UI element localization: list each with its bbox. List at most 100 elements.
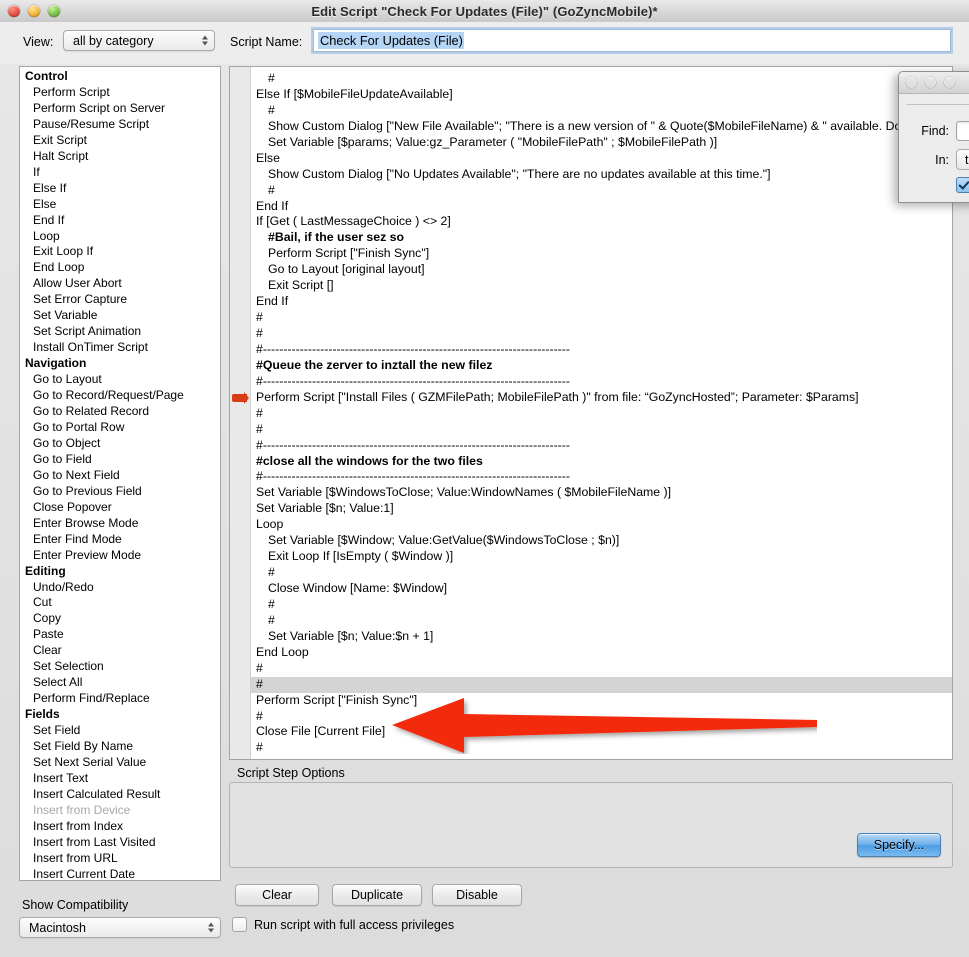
step-list-item[interactable]: Set Selection (20, 659, 220, 675)
script-line[interactable]: Set Variable [$n; Value:1] (251, 501, 952, 517)
script-line[interactable]: End If (251, 294, 952, 310)
script-line[interactable]: # (251, 422, 952, 438)
step-list-item[interactable]: Go to Layout (20, 372, 220, 388)
script-line[interactable]: #---------------------------------------… (251, 469, 952, 485)
script-line[interactable]: Exit Loop If [IsEmpty ( $Window )] (251, 549, 952, 565)
script-lines[interactable]: # Else If [$MobileFileUpdateAvailable] # Sh… (232, 67, 952, 759)
step-list-item[interactable]: Exit Script (20, 133, 220, 149)
zoom-button[interactable] (48, 5, 60, 17)
close-button[interactable] (8, 5, 20, 17)
step-list-item[interactable]: Go to Portal Row (20, 420, 220, 436)
step-list-item[interactable]: Insert from Index (20, 819, 220, 835)
compatibility-dropdown[interactable]: Macintosh (19, 917, 221, 938)
find-in-dropdown[interactable]: this (956, 149, 969, 170)
step-list-item[interactable]: If (20, 165, 220, 181)
script-line[interactable]: # (251, 310, 952, 326)
step-list-item[interactable]: Pause/Resume Script (20, 117, 220, 133)
step-list-item[interactable]: Select All (20, 675, 220, 691)
script-line[interactable]: Close Window [Name: $Window] (251, 581, 952, 597)
script-line[interactable]: #---------------------------------------… (251, 438, 952, 454)
script-line[interactable]: # (251, 565, 952, 581)
step-list-item[interactable]: Close Popover (20, 500, 220, 516)
step-list-item[interactable]: Else If (20, 181, 220, 197)
step-list-item[interactable]: Go to Previous Field (20, 484, 220, 500)
find-match-row[interactable]: M (956, 177, 969, 193)
script-line[interactable]: Close File [Current File] (251, 724, 952, 740)
script-line[interactable]: # (251, 709, 952, 725)
find-match-checkbox[interactable] (956, 177, 969, 193)
script-line[interactable]: #close all the windows for the two files (251, 454, 952, 470)
disable-button[interactable]: Disable (432, 884, 522, 906)
find-input[interactable] (956, 121, 969, 141)
step-list-item[interactable]: Set Script Animation (20, 324, 220, 340)
script-editor[interactable]: # Else If [$MobileFileUpdateAvailable] # Sh… (229, 66, 953, 760)
script-line[interactable]: # (251, 406, 952, 422)
step-list-item[interactable]: Else (20, 197, 220, 213)
script-line[interactable]: # (251, 676, 952, 693)
script-line[interactable]: Exit Script [] (251, 278, 952, 294)
script-line[interactable]: If [Get ( LastMessageChoice ) <> 2] (251, 214, 952, 230)
duplicate-button[interactable]: Duplicate (332, 884, 422, 906)
step-list-item[interactable]: Insert from Last Visited (20, 835, 220, 851)
full-access-row[interactable]: Run script with full access privileges (232, 917, 454, 932)
script-line[interactable]: Set Variable [$WindowsToClose; Value:Win… (251, 485, 952, 501)
script-line[interactable]: Set Variable [$n; Value:$n + 1] (251, 629, 952, 645)
script-line[interactable]: Perform Script ["Finish Sync"] (251, 693, 952, 709)
step-list-item[interactable]: Go to Field (20, 452, 220, 468)
script-step-list[interactable]: Control Perform Script Perform Script on S… (19, 66, 221, 881)
script-line[interactable]: Perform Script ["Finish Sync"] (251, 246, 952, 262)
step-list-item[interactable]: Install OnTimer Script (20, 340, 220, 356)
script-line[interactable]: Show Custom Dialog ["New File Available"… (251, 119, 952, 135)
script-line[interactable]: Perform Script ["Install Files ( GZMFile… (232, 390, 952, 406)
script-line[interactable]: Set Variable [$Window; Value:GetValue($W… (251, 533, 952, 549)
step-list-item[interactable]: Copy (20, 611, 220, 627)
script-line[interactable]: #---------------------------------------… (251, 374, 952, 390)
script-line[interactable]: #Queue the zerver to inztall the new fil… (251, 358, 952, 374)
step-list-item[interactable]: Set Field (20, 723, 220, 739)
script-line[interactable]: End If (251, 199, 952, 215)
view-dropdown[interactable]: all by category (63, 30, 215, 51)
script-line[interactable]: # (251, 183, 952, 199)
step-list-item[interactable]: Enter Preview Mode (20, 548, 220, 564)
script-line[interactable]: Else If [$MobileFileUpdateAvailable] (251, 87, 952, 103)
step-list-item[interactable]: Loop (20, 229, 220, 245)
step-list-item[interactable]: Undo/Redo (20, 580, 220, 596)
find-minimize-button[interactable] (925, 77, 936, 88)
step-list-item[interactable]: Set Variable (20, 308, 220, 324)
breakpoint-icon[interactable] (232, 391, 249, 404)
step-list-item[interactable]: Halt Script (20, 149, 220, 165)
step-list-item[interactable]: End Loop (20, 260, 220, 276)
script-line[interactable]: # (251, 71, 952, 87)
script-line[interactable]: #Bail, if the user sez so (251, 230, 952, 246)
step-list-item[interactable]: Go to Object (20, 436, 220, 452)
step-list-item[interactable]: Clear (20, 643, 220, 659)
script-line[interactable]: # (251, 326, 952, 342)
script-line[interactable]: Show Custom Dialog ["No Updates Availabl… (251, 167, 952, 183)
minimize-button[interactable] (28, 5, 40, 17)
script-line[interactable]: # (251, 661, 952, 677)
step-list-item[interactable]: Set Error Capture (20, 292, 220, 308)
step-list-item[interactable]: Perform Script on Server (20, 101, 220, 117)
script-line[interactable]: # (251, 740, 952, 756)
script-name-input[interactable]: Check For Updates (File) (313, 29, 951, 52)
step-list-item[interactable]: Allow User Abort (20, 276, 220, 292)
step-list-item[interactable]: Enter Browse Mode (20, 516, 220, 532)
step-list-item[interactable]: Enter Find Mode (20, 532, 220, 548)
script-line[interactable]: End Loop (251, 645, 952, 661)
script-line[interactable]: # (251, 103, 952, 119)
step-list-item[interactable]: Set Field By Name (20, 739, 220, 755)
script-line[interactable]: # (251, 613, 952, 629)
script-line[interactable]: #---------------------------------------… (251, 342, 952, 358)
step-list-item[interactable]: Go to Related Record (20, 404, 220, 420)
step-list-item[interactable]: Insert from URL (20, 851, 220, 867)
find-close-button[interactable] (906, 77, 917, 88)
step-list-item[interactable]: Cut (20, 595, 220, 611)
step-list-item[interactable]: Go to Next Field (20, 468, 220, 484)
script-line[interactable]: Loop (251, 517, 952, 533)
full-access-checkbox[interactable] (232, 917, 247, 932)
step-list-item[interactable]: Insert Current Date (20, 867, 220, 880)
step-list-item[interactable]: Perform Find/Replace (20, 691, 220, 707)
find-zoom-button[interactable] (944, 77, 955, 88)
script-line[interactable]: Set Variable [$params; Value:gz_Paramete… (251, 135, 952, 151)
step-list-item[interactable]: Exit Loop If (20, 244, 220, 260)
